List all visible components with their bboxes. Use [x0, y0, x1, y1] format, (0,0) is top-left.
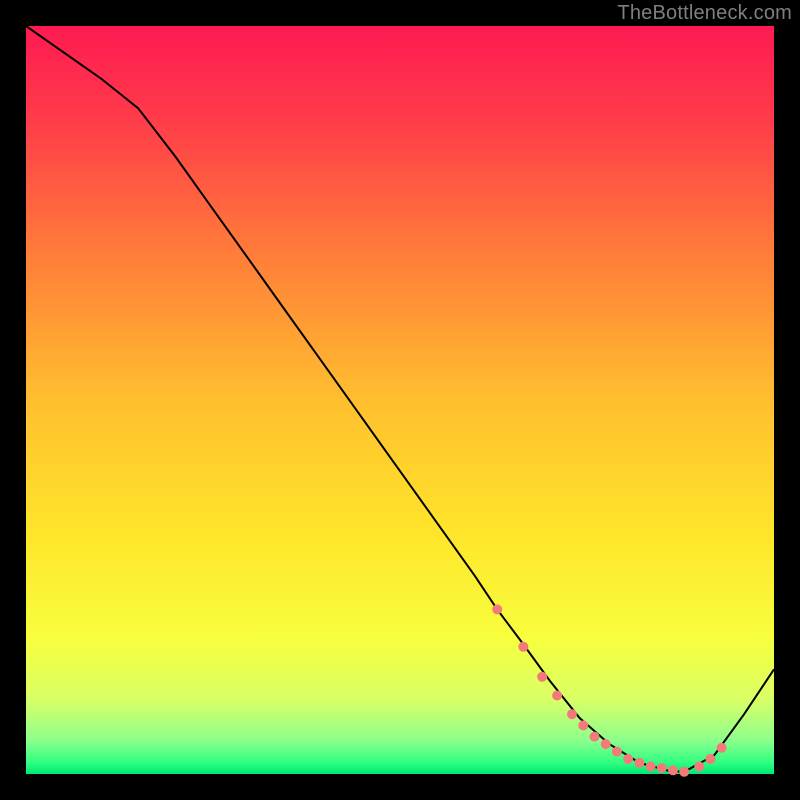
data-marker — [590, 732, 600, 742]
data-marker — [668, 765, 678, 775]
chart-frame: TheBottleneck.com — [0, 0, 800, 800]
data-marker — [578, 720, 588, 730]
data-marker — [567, 709, 577, 719]
data-marker — [623, 754, 633, 764]
data-marker — [612, 747, 622, 757]
chart-canvas — [0, 0, 800, 800]
data-marker — [717, 743, 727, 753]
data-marker — [679, 767, 689, 777]
data-marker — [657, 763, 667, 773]
data-marker — [634, 758, 644, 768]
data-marker — [705, 754, 715, 764]
data-marker — [694, 762, 704, 772]
data-marker — [492, 604, 502, 614]
data-marker — [518, 642, 528, 652]
plot-background — [26, 26, 774, 774]
data-marker — [646, 762, 656, 772]
watermark-text: TheBottleneck.com — [617, 2, 792, 25]
data-marker — [601, 739, 611, 749]
data-marker — [537, 672, 547, 682]
data-marker — [552, 691, 562, 701]
